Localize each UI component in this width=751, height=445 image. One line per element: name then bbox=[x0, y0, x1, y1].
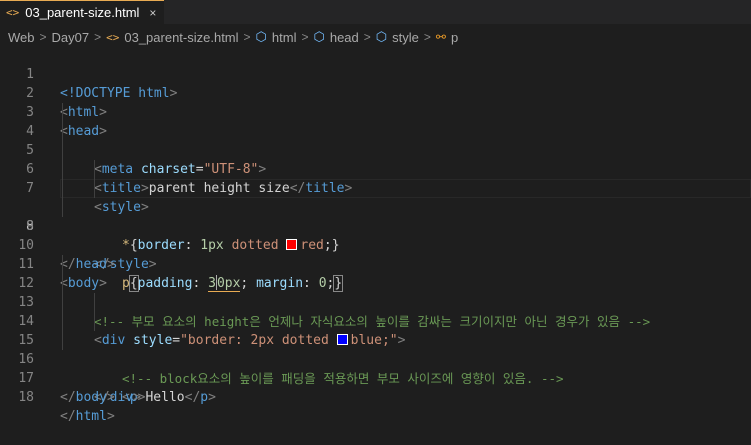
line-number: 18 bbox=[0, 388, 34, 407]
tab-03-parent-size[interactable]: <> 03_parent-size.html × bbox=[0, 0, 164, 24]
code-token: p bbox=[200, 390, 208, 405]
element-cube-icon: ⬡ bbox=[256, 30, 267, 45]
indent-guide bbox=[62, 255, 63, 274]
code-line: 16 </div> bbox=[0, 331, 751, 350]
code-token: > bbox=[133, 390, 141, 405]
code-line: 17 </body> bbox=[0, 350, 751, 369]
indent-guide bbox=[62, 160, 63, 179]
breadcrumb-label: head bbox=[330, 30, 359, 45]
code-line: 9 </style> bbox=[0, 198, 751, 217]
indent-guide bbox=[62, 122, 63, 141]
code-line: 10 </head> bbox=[0, 217, 751, 236]
code-line: 12 <!-- 부모 요소의 height은 언제나 자식요소의 높이를 감싸는… bbox=[0, 255, 751, 274]
code-line: 14 <!-- block요소의 높이를 패딩을 적용하면 부모 사이즈에 영향… bbox=[0, 293, 751, 312]
code-line: 4 <meta charset="UTF-8"> bbox=[0, 103, 751, 122]
code-token: > bbox=[208, 390, 216, 405]
code-token: </ bbox=[185, 390, 201, 405]
indent-guide bbox=[62, 103, 63, 122]
tab-bar: <> 03_parent-size.html × bbox=[0, 0, 751, 24]
element-cube-icon: ⬡ bbox=[313, 30, 324, 45]
breadcrumb-item-web[interactable]: Web bbox=[8, 30, 35, 45]
code-editor[interactable]: 1 <!DOCTYPE html> 2 <html> 3 <head> 4 <m… bbox=[0, 46, 751, 405]
code-token: </ bbox=[60, 409, 76, 424]
code-line-active: 8 p{padding: 30px; margin: 0;} bbox=[0, 179, 751, 198]
breadcrumb-item-style[interactable]: ⬡ style bbox=[376, 30, 419, 45]
breadcrumb-label: 03_parent-size.html bbox=[124, 30, 238, 45]
code-line: 1 <!DOCTYPE html> bbox=[0, 46, 751, 65]
indent-guide bbox=[62, 179, 63, 198]
code-token: body bbox=[76, 390, 107, 405]
breadcrumb-item-p[interactable]: ⚯p bbox=[436, 30, 458, 45]
breadcrumb-label: html bbox=[272, 30, 297, 45]
breadcrumb-label: Web bbox=[8, 30, 35, 45]
element-cube-icon: ⬡ bbox=[376, 30, 387, 45]
chevron-right-icon: > bbox=[244, 30, 251, 44]
code-token: > bbox=[107, 390, 115, 405]
breadcrumb: Web > Day07 > <> 03_parent-size.html > ⬡ h… bbox=[0, 26, 751, 48]
indent-guide bbox=[62, 141, 63, 160]
tab-label: 03_parent-size.html bbox=[25, 5, 139, 20]
breadcrumb-item-head[interactable]: ⬡ head bbox=[313, 30, 358, 45]
code-line: 5 <title>parent height size</title> bbox=[0, 122, 751, 141]
breadcrumb-item-day07[interactable]: Day07 bbox=[52, 30, 90, 45]
breadcrumb-label: p bbox=[451, 30, 458, 45]
breadcrumb-label: Day07 bbox=[52, 30, 90, 45]
code-line: 13 <div style="border: 2px dotted blue;"… bbox=[0, 274, 751, 293]
breadcrumb-item-html[interactable]: ⬡ html bbox=[256, 30, 297, 45]
close-icon[interactable]: × bbox=[149, 6, 156, 20]
code-line: 2 <html> bbox=[0, 65, 751, 84]
html-file-icon: <> bbox=[6, 6, 19, 19]
code-line: 11 <body> bbox=[0, 236, 751, 255]
breadcrumb-label: style bbox=[392, 30, 419, 45]
indent-guide bbox=[62, 331, 63, 350]
code-token: > bbox=[107, 409, 115, 424]
indent-guide bbox=[62, 198, 63, 217]
indent-guide bbox=[94, 293, 95, 312]
code-line: 18 </html> bbox=[0, 369, 751, 388]
current-line-highlight bbox=[60, 179, 751, 198]
indent-guide bbox=[62, 312, 63, 331]
code-line: 7 *{border: 1px dotted red;} bbox=[0, 160, 751, 179]
chevron-right-icon: > bbox=[94, 30, 101, 44]
code-line: 6 <style> bbox=[0, 141, 751, 160]
code-line: 15 <p>Hello</p> bbox=[0, 312, 751, 331]
code-token: html bbox=[76, 409, 107, 424]
code-line: 3 <head> bbox=[0, 84, 751, 103]
code-token: </ bbox=[60, 390, 76, 405]
indent-guide bbox=[94, 179, 95, 198]
indent-guide bbox=[62, 274, 63, 293]
chevron-right-icon: > bbox=[40, 30, 47, 44]
chevron-right-icon: > bbox=[364, 30, 371, 44]
indent-guide bbox=[94, 312, 95, 331]
chevron-right-icon: > bbox=[301, 30, 308, 44]
breadcrumb-item-file[interactable]: <> 03_parent-size.html bbox=[106, 30, 238, 45]
html-file-icon: <> bbox=[106, 31, 119, 44]
code-token: Hello bbox=[145, 390, 184, 405]
indent-guide bbox=[62, 293, 63, 312]
chevron-right-icon: > bbox=[424, 30, 431, 44]
indent-guide bbox=[94, 160, 95, 179]
css-selector-icon: ⚯ bbox=[436, 30, 446, 44]
